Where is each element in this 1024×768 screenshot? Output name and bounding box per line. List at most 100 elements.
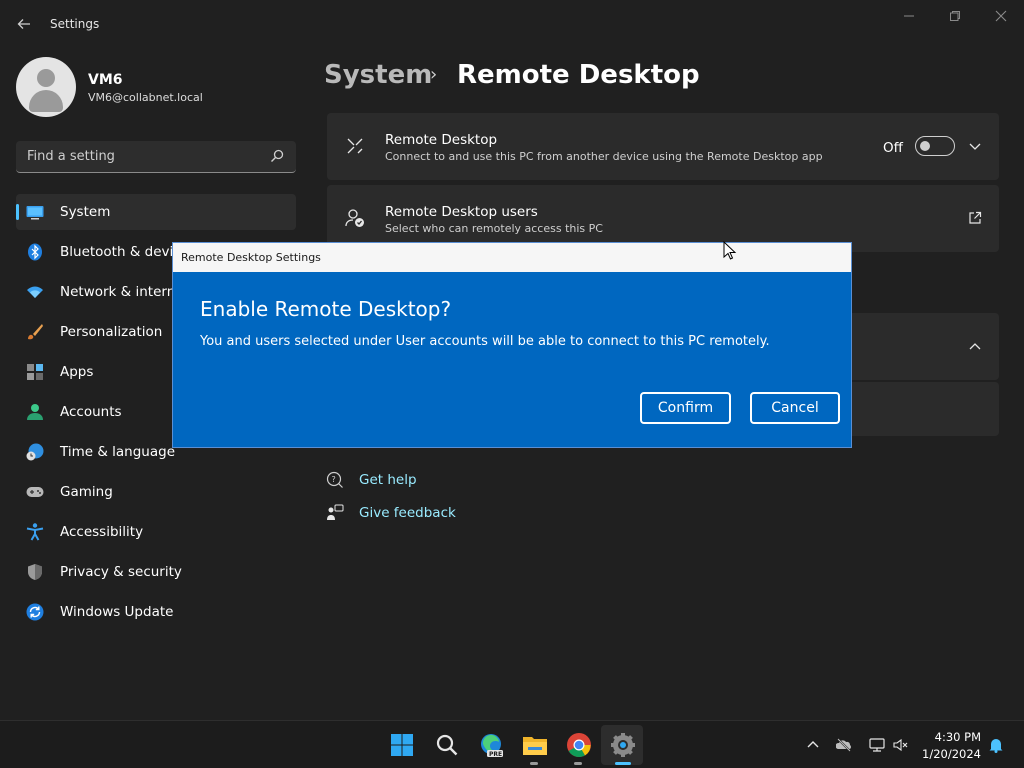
- avatar[interactable]: [16, 57, 76, 117]
- breadcrumb-parent[interactable]: System: [324, 60, 432, 90]
- brush-icon: [28, 324, 43, 340]
- user-check-icon: [345, 209, 364, 227]
- onedrive-offline-icon[interactable]: [836, 737, 852, 753]
- card-description: Select who can remotely access this PC: [385, 222, 603, 235]
- user-email: VM6@collabnet.local: [88, 91, 203, 104]
- edge-preview-icon: PRE: [481, 734, 503, 758]
- search-box[interactable]: [16, 141, 296, 173]
- minimize-icon: [904, 15, 914, 17]
- confirm-button[interactable]: Confirm: [640, 392, 731, 424]
- taskbar-search-button[interactable]: [434, 732, 460, 758]
- toggle-state-label: Off: [883, 140, 903, 156]
- sidebar-item-label: Privacy & security: [60, 564, 182, 580]
- app-title: Settings: [50, 17, 100, 31]
- dialog-title-bar[interactable]: Remote Desktop Settings: [173, 243, 851, 272]
- sidebar-item-windows-update[interactable]: Windows Update: [16, 594, 296, 630]
- back-button[interactable]: [12, 12, 36, 36]
- volume-muted-icon[interactable]: [893, 737, 909, 753]
- restore-icon: [950, 11, 960, 21]
- wifi-icon: [27, 286, 43, 298]
- external-link-icon[interactable]: [968, 211, 982, 225]
- cancel-button[interactable]: Cancel: [750, 392, 840, 424]
- sidebar-item-accessibility[interactable]: Accessibility: [16, 514, 296, 550]
- edge-preview-button[interactable]: PRE: [478, 732, 504, 758]
- chrome-icon: [567, 733, 591, 758]
- update-icon: [26, 603, 44, 621]
- title-bar: Settings: [0, 0, 1024, 48]
- accessibility-icon: [26, 523, 44, 541]
- chevron-down-icon[interactable]: [968, 139, 982, 153]
- search-icon: [436, 734, 458, 756]
- settings-icon: [611, 733, 635, 757]
- running-indicator: [530, 762, 538, 765]
- sidebar-item-label: Gaming: [60, 484, 113, 500]
- gamepad-icon: [26, 487, 44, 497]
- active-indicator: [615, 762, 631, 765]
- dialog-body: Enable Remote Desktop? You and users sel…: [173, 272, 851, 447]
- remote-desktop-icon: [347, 138, 363, 154]
- settings-button[interactable]: [610, 732, 636, 758]
- card-description: Connect to and use this PC from another …: [385, 150, 823, 163]
- bluetooth-icon: [28, 243, 42, 261]
- feedback-icon: [327, 504, 344, 520]
- system-icon: [26, 206, 44, 220]
- get-help-link[interactable]: ? Get help: [326, 471, 417, 489]
- clock-date[interactable]: 1/20/2024: [921, 747, 981, 761]
- start-button[interactable]: [389, 732, 415, 758]
- globe-clock-icon: [26, 443, 44, 461]
- sidebar-item-label: Apps: [60, 364, 94, 380]
- sidebar-item-label: Accounts: [60, 404, 122, 420]
- help-icon: ?: [326, 471, 343, 488]
- breadcrumb-separator: ›: [430, 64, 438, 85]
- start-icon: [391, 734, 413, 756]
- sidebar-item-label: Personalization: [60, 324, 163, 340]
- close-button[interactable]: [979, 6, 1023, 26]
- sidebar-item-label: Network & internet: [60, 284, 189, 300]
- chevron-up-icon[interactable]: [968, 340, 982, 354]
- close-icon: [995, 10, 1007, 22]
- svg-text:PRE: PRE: [489, 751, 502, 758]
- search-input[interactable]: [16, 141, 256, 172]
- shield-icon: [28, 564, 42, 580]
- restore-button[interactable]: [933, 6, 977, 26]
- toggle-knob: [920, 141, 930, 151]
- avatar-head-shape: [37, 69, 55, 87]
- sidebar-item-label: Accessibility: [60, 524, 144, 540]
- svg-text:?: ?: [332, 475, 336, 484]
- remote-desktop-card[interactable]: Remote Desktop Connect to and use this P…: [327, 113, 999, 180]
- file-explorer-icon: [523, 737, 547, 755]
- card-title: Remote Desktop users: [385, 204, 538, 220]
- dialog-heading: Enable Remote Desktop?: [200, 297, 452, 321]
- sidebar-item-privacy-security[interactable]: Privacy & security: [16, 554, 296, 590]
- remote-desktop-toggle[interactable]: [915, 136, 955, 156]
- notification-bell-icon[interactable]: [988, 737, 1004, 753]
- minimize-button[interactable]: [887, 6, 931, 26]
- user-name: VM6: [88, 72, 123, 88]
- mouse-cursor-icon: [723, 241, 737, 260]
- sidebar-item-gaming[interactable]: Gaming: [16, 474, 296, 510]
- taskbar: PRE 4:30 PM 1/20/2024: [0, 720, 1024, 768]
- sidebar-item-label: System: [60, 204, 111, 220]
- network-icon[interactable]: [869, 737, 885, 753]
- chrome-button[interactable]: [566, 732, 592, 758]
- page-title: Remote Desktop: [457, 60, 700, 90]
- enable-remote-desktop-dialog: Remote Desktop Settings Enable Remote De…: [172, 242, 852, 448]
- clock-time[interactable]: 4:30 PM: [929, 730, 981, 744]
- file-explorer-button[interactable]: [522, 732, 548, 758]
- sidebar-item-system[interactable]: System: [16, 194, 296, 230]
- sidebar-item-label: Windows Update: [60, 604, 174, 620]
- back-arrow-icon: [17, 19, 30, 29]
- apps-icon: [27, 364, 43, 380]
- give-feedback-label: Give feedback: [359, 505, 456, 521]
- search-icon[interactable]: [270, 149, 284, 163]
- avatar-body-shape: [29, 90, 63, 112]
- dialog-window-title: Remote Desktop Settings: [181, 251, 321, 264]
- give-feedback-link[interactable]: Give feedback: [326, 504, 456, 522]
- person-icon: [27, 404, 43, 420]
- get-help-label: Get help: [359, 472, 417, 488]
- card-title: Remote Desktop: [385, 132, 498, 148]
- dialog-message: You and users selected under User accoun…: [200, 334, 770, 349]
- running-indicator: [574, 762, 582, 765]
- sidebar-item-label: Time & language: [60, 444, 176, 460]
- chevron-up-icon[interactable]: [805, 737, 821, 753]
